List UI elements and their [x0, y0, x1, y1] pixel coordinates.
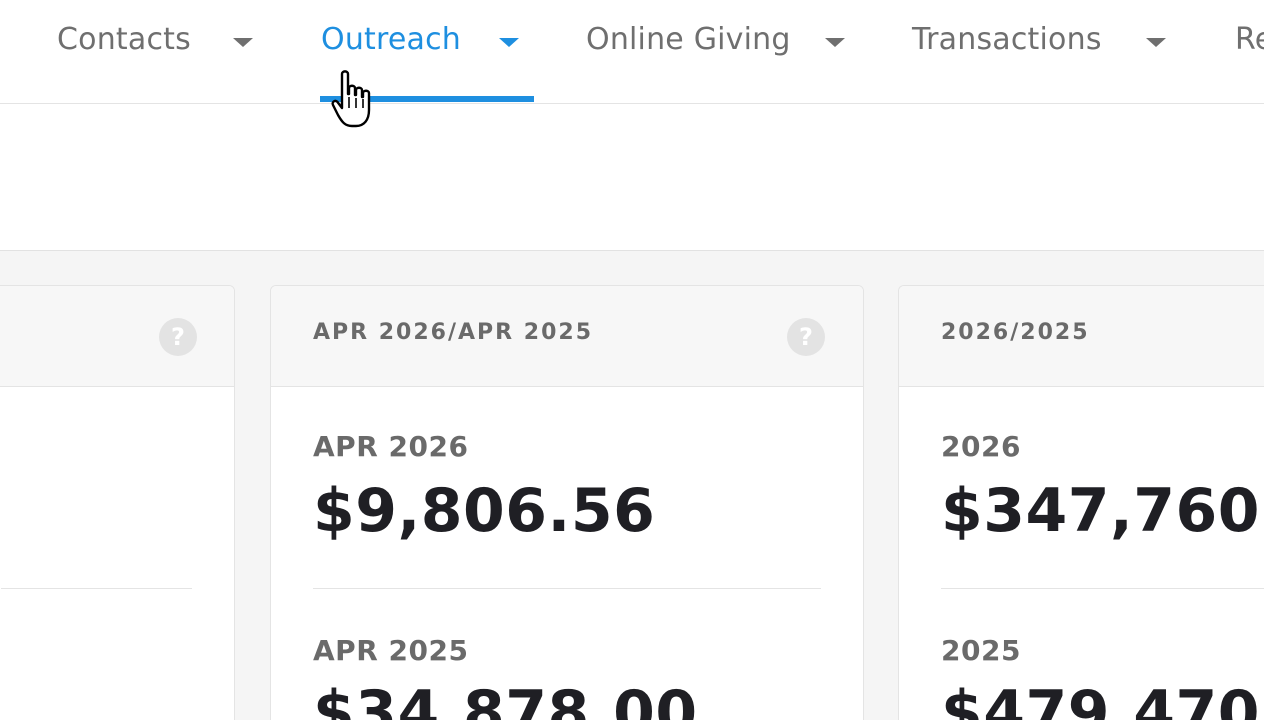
nav-label: Contacts: [57, 22, 191, 57]
previous-period-amount: $479,470.3: [941, 678, 1264, 720]
caret-down-icon: [499, 38, 519, 47]
help-circle-icon[interactable]: ?: [159, 318, 197, 356]
nav-item-outreach[interactable]: Outreach: [290, 0, 570, 103]
nav-label: Online Giving: [586, 22, 791, 57]
caret-down-icon: [825, 38, 845, 47]
previous-period-amount: $34,878.00: [313, 678, 698, 720]
nav-label: Transactions: [912, 22, 1102, 57]
help-circle-icon[interactable]: ?: [787, 318, 825, 356]
card-divider: [1, 588, 192, 589]
caret-down-icon: [1146, 38, 1166, 47]
stats-card-year-comparison: 2026/2025 2026 $347,760.7 2025 $479,470.…: [898, 285, 1264, 720]
stats-card-month-comparison: APR 2026/APR 2025 ? APR 2026 $9,806.56 A…: [270, 285, 864, 720]
nav-item-online-giving[interactable]: Online Giving: [570, 0, 890, 103]
card-title: 2026/2025: [941, 320, 1090, 345]
previous-period-label: APR 2025: [313, 634, 469, 667]
card-header: APR 2026/APR 2025 ?: [271, 286, 863, 387]
card-header: 2026/2025: [899, 286, 1264, 387]
current-period-amount: $9,806.56: [313, 476, 656, 546]
current-period-amount: $347,760.7: [941, 476, 1264, 546]
nav-item-transactions[interactable]: Transactions: [890, 0, 1210, 103]
current-period-label: 2026: [941, 430, 1021, 463]
previous-period-label: 2025: [941, 634, 1021, 667]
stats-card-month: ?: [0, 285, 235, 720]
card-title: APR 2026/APR 2025: [313, 320, 593, 345]
page-header-area: [0, 104, 1264, 251]
nav-label: Re: [1235, 22, 1264, 57]
current-period-label: APR 2026: [313, 430, 469, 463]
nav-item-contacts[interactable]: Contacts: [0, 0, 290, 103]
card-header: ?: [0, 286, 234, 387]
card-divider: [313, 588, 821, 589]
active-tab-underline: [320, 96, 534, 102]
top-navigation: Contacts Outreach Online Giving Transact…: [0, 0, 1264, 104]
screen: Contacts Outreach Online Giving Transact…: [0, 0, 1264, 720]
card-divider: [941, 588, 1264, 589]
nav-label: Outreach: [321, 22, 462, 57]
nav-item-reports[interactable]: Re: [1210, 0, 1264, 103]
caret-down-icon: [233, 38, 253, 47]
